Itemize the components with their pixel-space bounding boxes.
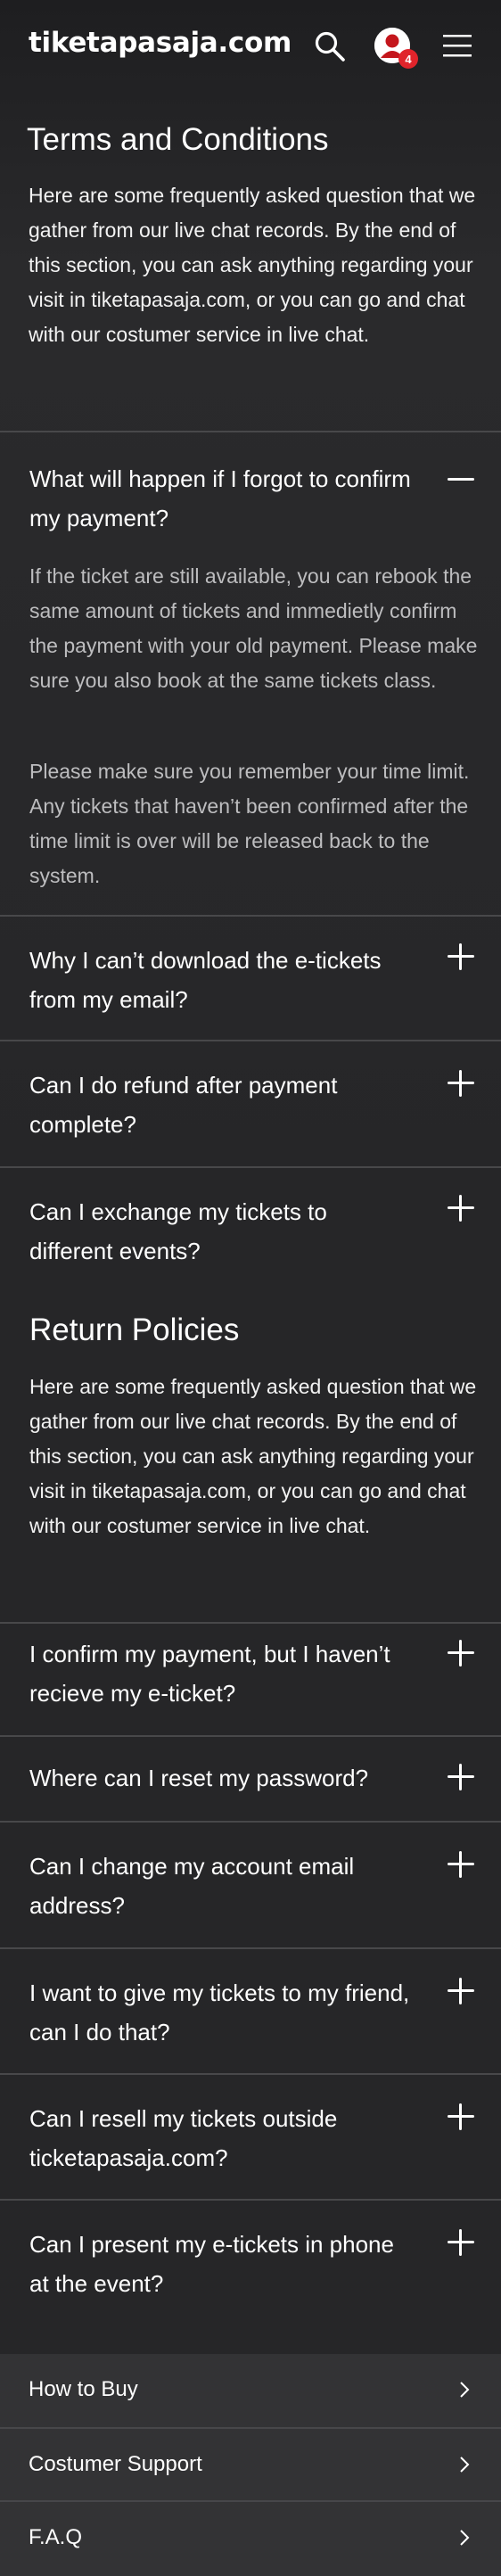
faq-question[interactable]: Where can I reset my password? — [29, 1758, 413, 1798]
expand-plus-icon[interactable] — [448, 2103, 474, 2130]
footer-link-costumer-support[interactable]: Costumer Support — [0, 2427, 501, 2500]
faq-item[interactable]: Why I can’t download the e-tickets from … — [0, 915, 501, 1041]
hamburger-menu-icon[interactable] — [443, 33, 472, 58]
faq-item[interactable]: I confirm my payment, but I haven’t reci… — [0, 1622, 501, 1736]
footer-link-label: F.A.Q — [29, 2525, 83, 2549]
footer-link-how-to-buy[interactable]: How to Buy — [0, 2354, 501, 2427]
terms-section-title: Terms and Conditions — [27, 122, 329, 157]
expand-plus-icon[interactable] — [448, 2229, 474, 2256]
faq-item[interactable]: Can I change my account email address? — [0, 1821, 501, 1948]
faq-answer-paragraph: Please make sure you remember your time … — [29, 760, 470, 887]
top-header: tiketapasaja.com 4 — [0, 0, 501, 93]
faq-question[interactable]: What will happen if I forgot to confirm … — [29, 459, 413, 538]
expand-plus-icon[interactable] — [448, 943, 474, 970]
collapse-minus-icon[interactable] — [448, 466, 474, 493]
expand-plus-icon[interactable] — [448, 1070, 474, 1097]
returns-intro-text: Here are some frequently asked question … — [29, 1375, 477, 1537]
expand-plus-icon[interactable] — [448, 1640, 474, 1667]
expand-plus-icon[interactable] — [448, 1764, 474, 1790]
faq-question[interactable]: Can I change my account email address? — [29, 1847, 413, 1925]
search-icon[interactable] — [314, 30, 346, 62]
returns-section-title: Return Policies — [29, 1313, 240, 1347]
footer-link-label: How to Buy — [29, 2377, 138, 2401]
faq-item[interactable]: I want to give my tickets to my friend, … — [0, 1947, 501, 2074]
faq-question[interactable]: I want to give my tickets to my friend, … — [29, 1973, 413, 2052]
faq-answer-paragraph: If the ticket are still available, you c… — [29, 564, 478, 692]
chevron-right-icon — [460, 2382, 470, 2398]
notification-badge: 4 — [398, 49, 418, 69]
footer-link-label: Costumer Support — [29, 2452, 202, 2476]
faq-item[interactable]: Can I do refund after payment complete? — [0, 1040, 501, 1167]
faq-question[interactable]: Can I do refund after payment complete? — [29, 1066, 413, 1144]
faq-question[interactable]: Why I can’t download the e-tickets from … — [29, 941, 413, 1019]
faq-item-expanded[interactable]: What will happen if I forgot to confirm … — [0, 431, 501, 916]
chevron-right-icon — [460, 2457, 470, 2473]
faq-page: tiketapasaja.com 4 Terms and Conditions … — [0, 0, 501, 2576]
faq-item[interactable]: Where can I reset my password? — [0, 1735, 501, 1822]
faq-item[interactable]: Can I exchange my tickets to different e… — [0, 1166, 501, 1309]
faq-question[interactable]: Can I present my e-tickets in phone at t… — [29, 2225, 413, 2303]
faq-item[interactable]: Can I present my e-tickets in phone at t… — [0, 2199, 501, 2354]
faq-question[interactable]: Can I exchange my tickets to different e… — [29, 1192, 413, 1271]
expand-plus-icon[interactable] — [448, 1195, 474, 1222]
faq-question[interactable]: Can I resell my tickets outside ticketap… — [29, 2099, 413, 2177]
chevron-right-icon — [460, 2530, 470, 2546]
faq-question[interactable]: I confirm my payment, but I haven’t reci… — [29, 1634, 413, 1713]
terms-intro-text: Here are some frequently asked question … — [29, 184, 476, 346]
footer-link-faq[interactable]: F.A.Q — [0, 2500, 501, 2573]
faq-item[interactable]: Can I resell my tickets outside ticketap… — [0, 2073, 501, 2200]
footer-links: How to Buy Costumer Support F.A.Q — [0, 2354, 501, 2576]
expand-plus-icon[interactable] — [448, 1851, 474, 1878]
expand-plus-icon[interactable] — [448, 1978, 474, 2004]
site-logo[interactable]: tiketapasaja.com — [29, 27, 292, 59]
